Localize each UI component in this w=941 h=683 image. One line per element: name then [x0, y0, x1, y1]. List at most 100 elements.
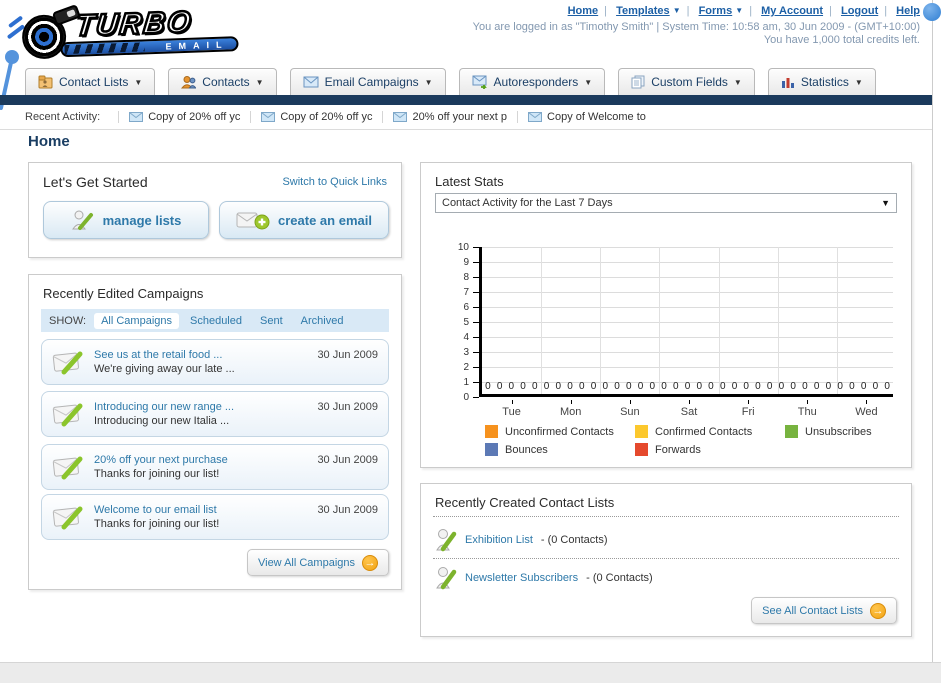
value-label: 0 — [543, 381, 550, 392]
tab-statistics[interactable]: Statistics ▼ — [767, 68, 876, 95]
header-link-my-account[interactable]: My Account — [761, 5, 823, 17]
legend-item: Forwards — [635, 443, 785, 456]
tab-custom-fields[interactable]: Custom Fields ▼ — [618, 68, 755, 95]
campaign-link[interactable]: See us at the retail food ... — [94, 348, 309, 362]
tab-contacts[interactable]: Contacts ▼ — [168, 68, 277, 95]
contact-list-item[interactable]: Newsletter Subscribers - (0 Contacts) — [435, 560, 653, 596]
y-tick-label: 0 — [463, 392, 469, 403]
envelope-icon — [393, 112, 408, 122]
y-tick — [473, 307, 479, 308]
filter-all-campaigns[interactable]: All Campaigns — [94, 312, 179, 329]
y-tick — [473, 262, 479, 263]
value-label: 0 — [485, 381, 491, 392]
campaign-item[interactable]: Introducing our new range ... Introducing… — [41, 391, 389, 437]
tab-label: Statistics — [800, 75, 849, 89]
value-label: 0 — [649, 381, 656, 392]
gridline — [482, 337, 893, 338]
view-all-campaigns-button[interactable]: View All Campaigns → — [246, 549, 389, 576]
tab-email-campaigns[interactable]: Email Campaigns ▼ — [289, 68, 446, 95]
chevron-down-icon: ▼ — [672, 6, 681, 15]
filter-archived[interactable]: Archived — [294, 313, 351, 329]
campaign-item[interactable]: See us at the retail food ... We're givin… — [41, 339, 389, 385]
tab-label: Contact Lists — [59, 75, 129, 89]
x-tick-label: Thu — [778, 400, 837, 418]
gridline — [482, 247, 893, 248]
legend-swatch — [635, 425, 648, 438]
recent-activity-item[interactable]: Copy of 20% off yc — [250, 111, 382, 123]
legend-item: Unsubscribes — [785, 425, 885, 438]
y-tick-label: 7 — [463, 287, 469, 298]
contact-lists-icon — [38, 75, 53, 89]
value-label: 0 — [755, 381, 761, 392]
gridline — [600, 247, 602, 394]
y-tick — [473, 277, 479, 278]
chevron-down-icon: ▼ — [735, 6, 744, 15]
chevron-down-icon: ▼ — [424, 77, 433, 87]
see-all-contact-lists-button[interactable]: See All Contact Lists → — [751, 597, 897, 624]
campaign-subject: Thanks for joining our list! — [94, 518, 220, 530]
legend-item: Confirmed Contacts — [635, 425, 785, 438]
contacts-icon — [181, 76, 197, 89]
autoresponders-icon — [472, 75, 487, 89]
header-link-home[interactable]: Home — [568, 5, 599, 17]
divider — [433, 558, 899, 559]
recent-activity-item[interactable]: 20% off your next p — [382, 111, 517, 123]
y-tick — [473, 352, 479, 353]
value-label: 0 — [743, 381, 749, 392]
contact-lists-title: Recently Created Contact Lists — [435, 495, 615, 510]
contact-list-link[interactable]: Newsletter Subscribers — [465, 572, 578, 584]
manage-lists-button[interactable]: manage lists — [43, 201, 209, 239]
recent-activity-item[interactable]: Copy of 20% off yc — [118, 111, 250, 123]
header-link-help[interactable]: Help — [896, 5, 920, 17]
x-tick-label: Tue — [482, 400, 541, 418]
latest-stats-panel: Latest Stats Contact Activity for the La… — [420, 162, 912, 468]
value-group: 00000 — [482, 381, 541, 392]
contact-list-item[interactable]: Exhibition List - (0 Contacts) — [435, 522, 608, 558]
contact-list-link[interactable]: Exhibition List — [465, 534, 533, 546]
person-pencil-icon — [436, 567, 457, 590]
tab-contact-lists[interactable]: Contact Lists ▼ — [25, 68, 156, 95]
gridline — [659, 247, 661, 394]
campaign-date: 30 Jun 2009 — [317, 401, 378, 413]
turbo-email-logo: TURBO EMAIL — [6, 2, 244, 62]
value-label: 0 — [614, 381, 620, 392]
tab-label: Contacts — [202, 75, 250, 89]
filter-sent[interactable]: Sent — [253, 313, 290, 329]
switch-quick-links[interactable]: Switch to Quick Links — [282, 176, 387, 188]
value-label: 0 — [872, 381, 879, 392]
campaigns-panel: Recently Edited Campaigns SHOW: All Camp… — [28, 274, 402, 590]
tab-label: Autoresponders — [493, 75, 579, 89]
value-label: 0 — [625, 381, 632, 392]
show-label: SHOW: — [49, 314, 87, 327]
header-link-templates[interactable]: Templates — [616, 5, 670, 17]
y-tick — [473, 292, 479, 293]
recent-activity-text: 20% off your next p — [412, 111, 508, 123]
legend-swatch — [635, 443, 648, 456]
tab-label: Email Campaigns — [324, 75, 419, 89]
credits-status-text: You have 1,000 total credits left. — [763, 34, 920, 46]
latest-stats-title: Latest Stats — [435, 174, 504, 189]
create-email-button[interactable]: create an email — [219, 201, 389, 239]
campaign-link[interactable]: Welcome to our email list — [94, 503, 309, 517]
value-group: 00000 — [776, 381, 835, 392]
header-link-logout[interactable]: Logout — [841, 5, 878, 17]
campaign-link[interactable]: Introducing our new range ... — [94, 400, 309, 414]
gridline — [836, 247, 838, 394]
campaign-item[interactable]: Welcome to our email list Thanks for join… — [41, 494, 389, 540]
stats-dropdown[interactable]: Contact Activity for the Last 7 Days ▼ — [435, 193, 897, 213]
divider — [433, 516, 899, 517]
chart-legend: Unconfirmed Contacts Confirmed Contacts Un… — [485, 425, 885, 456]
value-label: 0 — [532, 381, 538, 392]
campaign-link[interactable]: 20% off your next purchase — [94, 453, 309, 467]
header-link-forms[interactable]: Forms — [699, 5, 733, 17]
blue-dot-decoration — [923, 3, 941, 21]
campaign-item[interactable]: 20% off your next purchase Thanks for joi… — [41, 444, 389, 490]
filter-scheduled[interactable]: Scheduled — [183, 313, 249, 329]
recent-activity-item[interactable]: Copy of Welcome to — [517, 111, 656, 123]
person-pencil-icon — [71, 210, 93, 230]
tab-autoresponders[interactable]: Autoresponders ▼ — [458, 68, 606, 95]
view-all-campaigns-label: View All Campaigns — [257, 556, 355, 569]
gridline — [482, 367, 893, 368]
chevron-down-icon: ▼ — [255, 77, 264, 87]
x-tick — [511, 400, 513, 404]
